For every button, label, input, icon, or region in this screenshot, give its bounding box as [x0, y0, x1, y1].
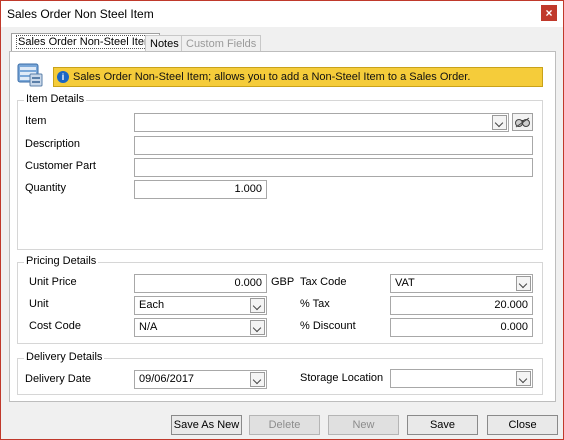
tab-label: Sales Order Non-Steel Item	[16, 35, 156, 49]
chevron-down-icon[interactable]	[250, 298, 265, 313]
unit-price-label: Unit Price	[29, 276, 77, 288]
item-label: Item	[25, 115, 47, 127]
cost-code-label: Cost Code	[29, 320, 81, 332]
delivery-date-label: Delivery Date	[25, 373, 92, 385]
chevron-down-icon[interactable]	[250, 372, 265, 387]
chevron-down-icon[interactable]	[250, 320, 265, 335]
sales-order-non-steel-item-dialog: Sales Order Non Steel Item × Sales Order…	[0, 0, 564, 440]
chevron-down-icon[interactable]	[492, 115, 507, 130]
delivery-date-value: 09/06/2017	[139, 373, 195, 385]
close-button[interactable]: Close	[487, 415, 558, 435]
unit-label: Unit	[29, 298, 49, 310]
storage-location-combobox[interactable]	[390, 369, 533, 388]
group-title: Delivery Details	[24, 351, 105, 363]
save-as-new-button[interactable]: Save As New	[171, 415, 242, 435]
binoculars-icon	[515, 117, 530, 128]
info-icon: i	[57, 71, 69, 83]
currency-label: GBP	[271, 276, 295, 288]
description-field[interactable]	[134, 136, 533, 155]
storage-location-label: Storage Location	[300, 372, 384, 384]
tab-label: Notes	[150, 38, 179, 50]
customer-part-label: Customer Part	[25, 160, 96, 172]
description-label: Description	[25, 138, 81, 150]
tax-pct-label: % Tax	[300, 298, 330, 310]
group-title: Item Details	[24, 93, 87, 105]
save-button[interactable]: Save	[407, 415, 478, 435]
item-combobox[interactable]	[134, 113, 509, 132]
chevron-down-icon[interactable]	[516, 276, 531, 291]
chevron-down-icon[interactable]	[516, 371, 531, 386]
unit-value: Each	[139, 299, 165, 311]
cost-code-value: N/A	[139, 321, 158, 333]
tab-sales-order-non-steel-item[interactable]: Sales Order Non-Steel Item	[11, 33, 161, 52]
unit-price-field[interactable]: 0.000	[134, 274, 267, 293]
tax-code-combobox[interactable]: VAT	[390, 274, 533, 293]
group-title: Pricing Details	[24, 255, 99, 267]
discount-label: % Discount	[300, 320, 356, 332]
close-icon[interactable]: ×	[541, 5, 557, 21]
customer-part-field[interactable]	[134, 158, 533, 177]
tax-code-label: Tax Code	[300, 276, 347, 288]
quantity-field[interactable]: 1.000	[134, 180, 267, 199]
tab-notes[interactable]: Notes	[145, 35, 184, 52]
database-icon	[17, 63, 43, 87]
tab-label: Custom Fields	[186, 38, 257, 50]
new-button: New	[328, 415, 399, 435]
discount-field[interactable]: 0.000	[390, 318, 533, 337]
tax-code-value: VAT	[395, 277, 415, 289]
banner-text: Sales Order Non-Steel Item; allows you t…	[73, 71, 471, 83]
lookup-button[interactable]	[512, 113, 533, 131]
unit-combobox[interactable]: Each	[134, 296, 267, 315]
quantity-label: Quantity	[25, 182, 66, 194]
cost-code-combobox[interactable]: N/A	[134, 318, 267, 337]
window-title: Sales Order Non Steel Item	[7, 7, 154, 21]
tab-custom-fields: Custom Fields	[181, 35, 262, 52]
delete-button: Delete	[249, 415, 320, 435]
tax-pct-field[interactable]: 20.000	[390, 296, 533, 315]
delivery-date-picker[interactable]: 09/06/2017	[134, 370, 267, 389]
title-bar: Sales Order Non Steel Item ×	[1, 1, 563, 27]
info-banner: i Sales Order Non-Steel Item; allows you…	[53, 67, 543, 87]
